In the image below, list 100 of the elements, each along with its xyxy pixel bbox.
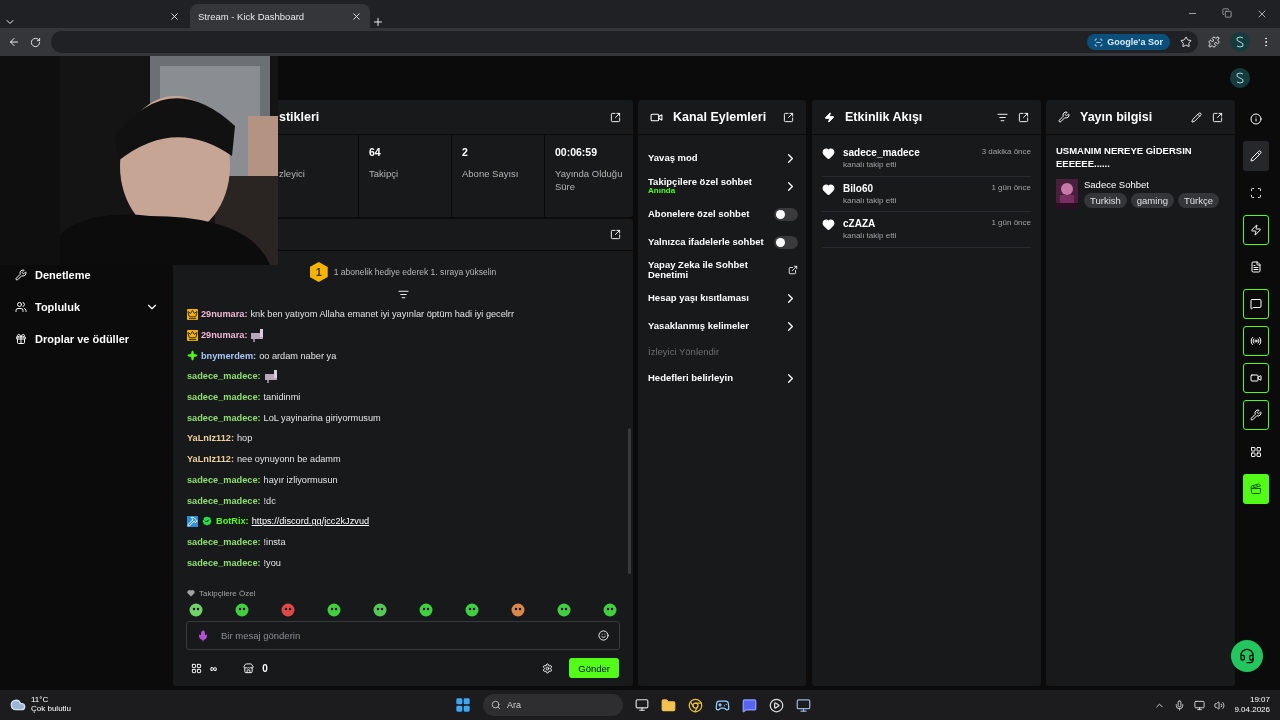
help-button[interactable]	[1231, 640, 1263, 672]
chat-username[interactable]: sadece_madece:	[187, 557, 261, 568]
pop-out-icon[interactable]	[783, 111, 794, 123]
profile-avatar[interactable]	[1230, 32, 1250, 52]
action-label[interactable]: Yavaş mod	[648, 153, 698, 163]
rail-button[interactable]	[1243, 215, 1269, 245]
folder-icon[interactable]	[661, 697, 676, 713]
card-title: Kanal Eylemleri	[673, 110, 768, 124]
event-time: 1 gün önce	[991, 182, 1031, 194]
banner-text: 1 abonelik hediye ederek 1. sıraya yükselin	[333, 267, 497, 277]
rail-button[interactable]	[1243, 141, 1269, 171]
restore-icon[interactable]	[1222, 8, 1232, 18]
gift-icon	[15, 333, 27, 345]
emoji-icon[interactable]	[598, 630, 609, 641]
rail-button[interactable]	[1243, 400, 1269, 430]
toggle-switch[interactable]	[774, 207, 798, 221]
stat-label: Abone Sayısı	[462, 168, 520, 181]
back-icon[interactable]	[8, 36, 20, 48]
emote-icon[interactable]	[373, 603, 387, 617]
emote-icon[interactable]	[511, 603, 525, 617]
action-label[interactable]: Yalnızca ifadelerle sohbet	[648, 237, 764, 247]
action-label[interactable]: Hesap yaşı kısıtlaması	[648, 293, 749, 303]
emote-icon[interactable]	[327, 603, 341, 617]
external-link-icon[interactable]	[788, 265, 798, 275]
action-label[interactable]: Yapay Zeka ile Sohbet Denetimi	[648, 260, 782, 280]
message-field[interactable]: Bir mesaj gönderin	[186, 621, 620, 650]
chat-username[interactable]: sadece_madece:	[187, 495, 261, 506]
chat-icon	[1250, 298, 1262, 310]
rail-button[interactable]	[1243, 474, 1269, 504]
action-label[interactable]: Yasaklanmış kelimeler	[648, 321, 749, 331]
close-icon[interactable]	[351, 10, 362, 22]
pop-out-icon[interactable]	[1018, 111, 1029, 123]
chrome-icon[interactable]	[688, 697, 703, 713]
extensions-icon[interactable]	[1208, 36, 1220, 48]
address-bar[interactable]: Google'a Sor	[51, 31, 1198, 53]
play-icon[interactable]	[769, 697, 784, 713]
toggle-switch[interactable]	[774, 235, 798, 249]
chat-message: hop	[237, 433, 253, 444]
chat-username[interactable]: sadece_madece:	[187, 371, 261, 382]
chat-username[interactable]: 29numara:	[201, 330, 248, 341]
chat-username[interactable]: bnymerdem:	[201, 350, 257, 361]
user-avatar[interactable]	[1230, 68, 1250, 88]
sidebar-item[interactable]: Denetleme	[15, 265, 173, 285]
tag[interactable]: Türkçe	[1177, 192, 1219, 208]
new-tab-icon[interactable]	[372, 16, 384, 28]
pop-out-icon[interactable]	[610, 111, 621, 123]
chat-username[interactable]: sadece_madece:	[187, 474, 261, 485]
search-icon	[491, 700, 501, 710]
action-label[interactable]: Abonelere özel sohbet	[648, 209, 750, 219]
start-icon[interactable]	[455, 697, 471, 713]
action-label[interactable]: Takipçilere özel sohbet	[648, 176, 752, 187]
emote-icon[interactable]	[281, 603, 295, 617]
close-icon[interactable]	[1256, 8, 1268, 20]
crown-icon	[187, 308, 198, 320]
emote-icon[interactable]	[189, 603, 203, 617]
rail-button[interactable]	[1243, 363, 1269, 393]
bookmark-icon[interactable]	[1180, 36, 1192, 48]
taskbar-search[interactable]: Ara	[483, 694, 623, 716]
chat-app-icon[interactable]	[742, 697, 757, 713]
chat-username[interactable]: sadece_madece:	[187, 392, 261, 403]
chat-username[interactable]: YaLnIz112:	[187, 433, 234, 444]
chat-username[interactable]: 29numara:	[201, 309, 248, 320]
rail-button[interactable]	[1243, 289, 1269, 319]
stat-value: 00:06:59	[555, 146, 599, 158]
chat-username[interactable]: YaLnIz112:	[187, 454, 234, 465]
ask-google-button[interactable]: Google'a Sor	[1087, 34, 1170, 50]
sidebar-item[interactable]: Droplar ve ödüller	[15, 329, 173, 349]
pop-out-icon[interactable]	[1212, 111, 1223, 123]
stat-value: 2	[462, 146, 469, 158]
reload-icon[interactable]	[30, 36, 41, 48]
emote-icon[interactable]	[419, 603, 433, 617]
gamepad-icon[interactable]	[715, 697, 730, 713]
pencil-icon[interactable]	[1191, 111, 1202, 123]
scrollbar[interactable]	[628, 428, 631, 574]
filter-icon[interactable]	[997, 111, 1008, 123]
emote-icon[interactable]	[465, 603, 479, 617]
browser-tab[interactable]: Stream - Kick Dashboard	[190, 4, 370, 28]
rail-button[interactable]	[1243, 326, 1269, 356]
chat-username[interactable]: sadece_madece:	[187, 412, 261, 423]
message-input[interactable]: Bir mesaj gönderin	[219, 629, 588, 642]
heart-icon	[822, 218, 835, 231]
sidebar-item[interactable]: Topluluk	[15, 297, 173, 317]
pop-out-icon[interactable]	[610, 229, 621, 240]
tag[interactable]: Turkish	[1084, 192, 1127, 208]
emote-icon[interactable]	[235, 603, 249, 617]
event-user: sadece_madece	[843, 147, 921, 158]
volume-icon[interactable]	[1214, 699, 1226, 711]
action-label[interactable]: Hedefleri belirleyin	[648, 373, 733, 383]
microphone-icon[interactable]	[1174, 699, 1186, 711]
tag[interactable]: gaming	[1130, 192, 1174, 208]
send-button[interactable]: Gönder	[569, 658, 619, 678]
chat-link[interactable]: https://discord.gg/jcc2kJzvud	[251, 516, 370, 527]
emote-icon[interactable]	[603, 603, 617, 617]
chat-username[interactable]: sadece_madece:	[187, 536, 261, 547]
chat-username[interactable]: BotRix:	[216, 516, 249, 527]
close-icon[interactable]	[169, 10, 180, 22]
monitor-icon[interactable]	[796, 697, 811, 713]
settings-icon[interactable]	[542, 662, 554, 674]
card-title: Yayın bilgisi	[1080, 110, 1154, 124]
emote-icon[interactable]	[557, 603, 571, 617]
